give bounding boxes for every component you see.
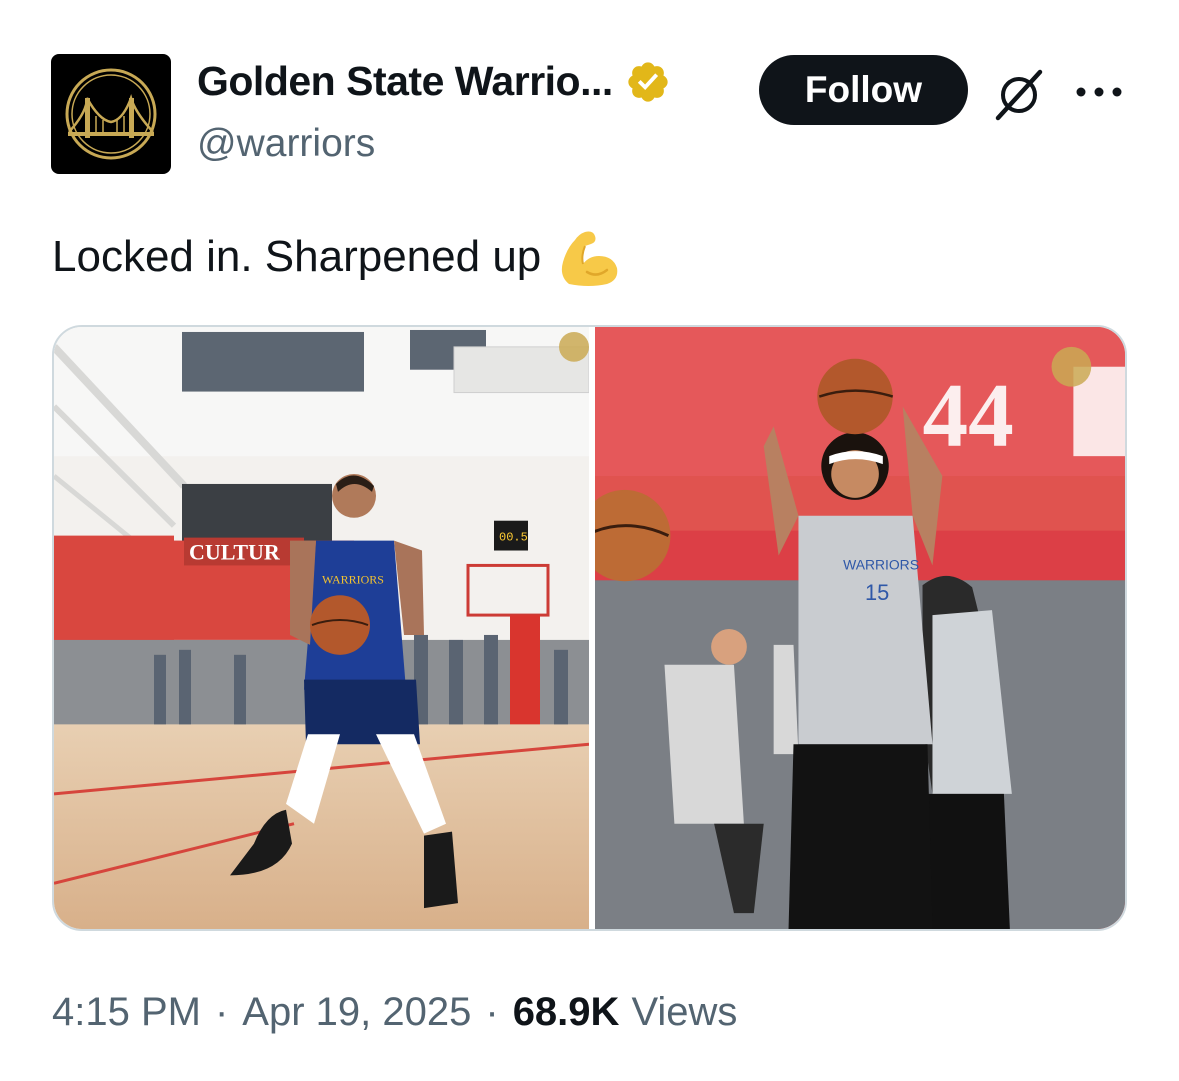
author-display-name[interactable]: Golden State Warrio...	[197, 58, 613, 105]
svg-text:15: 15	[865, 580, 889, 605]
photo-right[interactable]: 44 WARRIORS 15	[595, 327, 1125, 929]
tweet-meta: 4:15 PM · Apr 19, 2025 · 68.9K Views	[52, 990, 737, 1035]
author-handle[interactable]: @warriors	[197, 122, 375, 166]
tweet-body: Locked in. Sharpened up	[52, 232, 542, 281]
tweet-time[interactable]: 4:15 PM	[52, 990, 201, 1035]
warriors-logo-icon	[65, 68, 157, 160]
shot-clock: 00.5	[499, 531, 528, 545]
practice-photo-player-30: CULTUR 00.5 WARRIORS	[54, 327, 589, 929]
grok-icon[interactable]	[992, 68, 1046, 122]
svg-text:WARRIORS: WARRIORS	[322, 572, 384, 586]
flexed-biceps-icon	[562, 231, 618, 286]
meta-separator: ·	[485, 990, 499, 1034]
verified-badge-icon	[628, 61, 668, 102]
photo-left[interactable]: CULTUR 00.5 WARRIORS	[54, 327, 589, 929]
wall-text: CULTUR	[189, 540, 281, 565]
media-grid[interactable]: CULTUR 00.5 WARRIORS 44 WARRIORS 15	[52, 325, 1127, 931]
tweet-date[interactable]: Apr 19, 2025	[242, 990, 471, 1035]
views-label[interactable]: Views	[631, 990, 737, 1035]
follow-button[interactable]: Follow	[759, 55, 968, 125]
wall-number: 44	[923, 365, 1014, 466]
meta-separator: ·	[214, 990, 229, 1034]
svg-text:WARRIORS: WARRIORS	[843, 556, 919, 572]
views-count[interactable]: 68.9K	[513, 990, 620, 1035]
practice-photo-player-15: 44 WARRIORS 15	[595, 327, 1125, 929]
more-options-icon[interactable]	[1074, 80, 1124, 104]
author-name-row[interactable]: Golden State Warrio...	[197, 58, 671, 105]
avatar[interactable]	[51, 54, 171, 174]
tweet-text: Locked in. Sharpened up	[52, 226, 621, 288]
